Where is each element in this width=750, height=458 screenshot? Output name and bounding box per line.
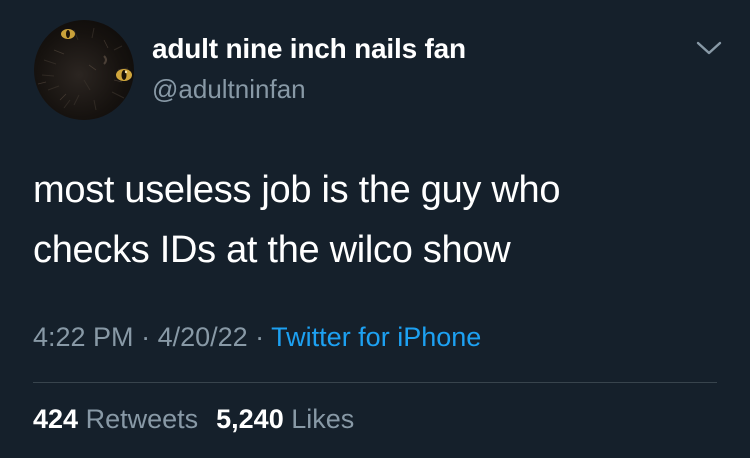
cat-photo-avatar [37,27,132,111]
likes-stat[interactable]: 5,240 Likes [216,404,354,434]
tweet-source-link[interactable]: Twitter for iPhone [271,322,481,352]
chevron-down-icon[interactable] [694,38,724,58]
meta-separator: · [133,322,158,352]
tweet-stats: 424 Retweets 5,240 Likes [33,404,354,435]
retweets-label: Retweets [85,404,199,434]
retweets-count: 424 [33,404,79,434]
divider [33,382,717,383]
tweet-meta: 4:22 PM · 4/20/22 · Twitter for iPhone [33,322,481,353]
tweet-card: adult nine inch nails fan @adultninfan m… [0,0,750,458]
tweet-text: most useless job is the guy who checks I… [33,160,723,280]
author-display-name[interactable]: adult nine inch nails fan [152,33,466,65]
tweet-text-line: checks IDs at the wilco show [33,229,511,271]
meta-separator: · [247,322,272,352]
likes-label: Likes [291,404,355,434]
tweet-date[interactable]: 4/20/22 [158,322,248,352]
author-avatar[interactable] [34,20,134,120]
likes-count: 5,240 [216,404,284,434]
author-handle[interactable]: @adultninfan [152,74,306,105]
tweet-text-line: most useless job is the guy who [33,169,561,211]
tweet-time[interactable]: 4:22 PM [33,322,134,352]
retweets-stat[interactable]: 424 Retweets [33,404,198,434]
